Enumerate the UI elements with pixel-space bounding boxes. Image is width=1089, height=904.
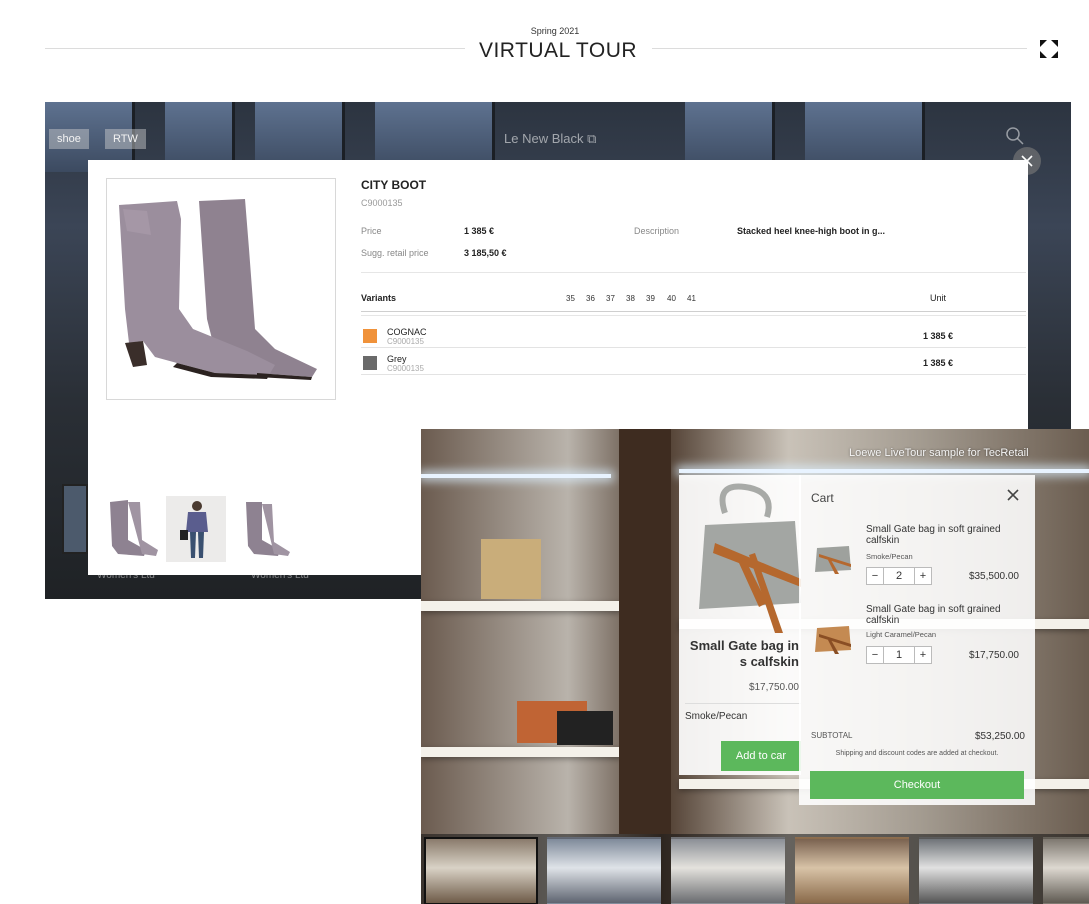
variants-header: Variants: [361, 293, 397, 303]
cart-title: Cart: [811, 491, 834, 505]
cart-panel: Cart Small Gate bag in soft grained calf…: [799, 475, 1035, 805]
season-label: Spring 2021: [530, 26, 580, 36]
cart-item-price: $35,500.00: [968, 571, 1019, 582]
wood-pillar: [619, 429, 671, 834]
variant-sku: C9000135: [387, 337, 424, 346]
cart-item-price: $17,750.00: [968, 650, 1019, 661]
divider: [361, 311, 1026, 312]
external-link-icon: ⧉: [587, 131, 597, 146]
unit-header: Unit: [930, 293, 947, 303]
live-tour-panel[interactable]: Loewe LiveTour sample for TecRetail Smal…: [421, 429, 1089, 904]
decrease-quantity-button[interactable]: −: [867, 568, 884, 584]
cart-item-variant: Smoke/Pecan: [866, 552, 913, 561]
color-swatch: [363, 329, 377, 343]
cart-item-image: [813, 618, 853, 654]
checkout-button[interactable]: Checkout: [810, 771, 1024, 799]
page-title: VIRTUAL TOUR: [478, 39, 638, 62]
size-header: 35: [566, 294, 575, 303]
scene-thumbnail[interactable]: [424, 837, 538, 904]
shelf-light: [421, 474, 611, 478]
size-header: 39: [646, 294, 655, 303]
divider: [685, 703, 801, 704]
cart-item: Small Gate bag in soft grained calfskin …: [799, 604, 1035, 684]
scene-thumbnail[interactable]: [795, 837, 909, 904]
retail-price-label: Sugg. retail price: [361, 248, 429, 258]
tour-brand: Loewe LiveTour sample for TecRetail: [849, 447, 1029, 459]
product-image: [106, 178, 336, 400]
product-card-variant[interactable]: Smoke/Pecan: [685, 711, 747, 722]
cart-item-variant: Light Caramel/Pecan: [866, 630, 937, 639]
display-basket: [481, 539, 541, 599]
color-swatch: [363, 356, 377, 370]
product-card: Small Gate bag in s calfskin $17,750.00 …: [679, 475, 801, 775]
scene-brand-link[interactable]: Le New Black ⧉: [504, 131, 596, 147]
size-header: 40: [667, 294, 676, 303]
subtotal-value: $53,250.00: [974, 731, 1025, 742]
cart-item-name: Small Gate bag in soft grained calfskin: [866, 604, 1001, 626]
close-icon[interactable]: [1005, 487, 1021, 503]
tag-shoe[interactable]: shoe: [49, 129, 89, 149]
shelf: [421, 601, 621, 611]
increase-quantity-button[interactable]: +: [914, 647, 931, 663]
quantity-value[interactable]: 2: [884, 568, 914, 584]
size-header: 36: [586, 294, 595, 303]
description-label: Description: [634, 226, 680, 236]
shelf-light: [679, 469, 1089, 473]
variant-row[interactable]: Grey C9000135 1 385 €: [361, 351, 1026, 375]
product-thumbnail[interactable]: [236, 496, 296, 562]
variant-price: 1 385 €: [923, 331, 954, 341]
cart-item-name: Small Gate bag in soft grained calfskin: [866, 524, 1001, 546]
scene-thumbnail[interactable]: [919, 837, 1033, 904]
scene-thumbnail[interactable]: [671, 837, 785, 904]
quantity-stepper: − 1 +: [866, 646, 932, 664]
size-header: 38: [626, 294, 635, 303]
cart-item: Small Gate bag in soft grained calfskin …: [799, 524, 1035, 604]
product-card-image: [699, 483, 801, 633]
shipping-note: Shipping and discount codes are added at…: [835, 750, 999, 757]
product-sku: C9000135: [361, 198, 403, 208]
header: Spring 2021 VIRTUAL TOUR: [0, 0, 1089, 90]
product-title: CITY BOOT: [361, 178, 427, 192]
product-thumbnail[interactable]: [106, 496, 166, 562]
display-bag: [557, 711, 613, 745]
product-card-name: Small Gate bag in s calfskin: [689, 638, 799, 669]
add-to-cart-button[interactable]: Add to car: [721, 741, 801, 771]
decrease-quantity-button[interactable]: −: [867, 647, 884, 663]
scene-thumbnail[interactable]: [1043, 837, 1089, 904]
shelf: [421, 747, 621, 757]
tag-rtw[interactable]: RTW: [105, 129, 146, 149]
page: Spring 2021 VIRTUAL TOUR shoe RTW Le New…: [0, 0, 1089, 904]
quantity-stepper: − 2 +: [866, 567, 932, 585]
variant-row[interactable]: COGNAC C9000135 1 385 €: [361, 324, 1026, 348]
description-value: Stacked heel knee-high boot in g...: [737, 226, 886, 236]
fullscreen-icon[interactable]: [1038, 38, 1060, 60]
variant-name: COGNAC: [387, 327, 427, 337]
size-header: 37: [606, 294, 615, 303]
retail-price-value: 3 185,50 €: [464, 248, 507, 258]
subtotal-label: SUBTOTAL: [811, 731, 853, 740]
variant-name: Grey: [387, 354, 407, 364]
increase-quantity-button[interactable]: +: [914, 568, 931, 584]
scene-thumbnail[interactable]: [547, 837, 661, 904]
quantity-value[interactable]: 1: [884, 647, 914, 663]
variant-sku: C9000135: [387, 364, 424, 373]
divider: [361, 272, 1026, 273]
search-icon[interactable]: [1005, 126, 1025, 146]
variant-price: 1 385 €: [923, 358, 954, 368]
scene-thumbnail[interactable]: [62, 484, 88, 554]
price-value: 1 385 €: [464, 226, 495, 236]
price-label: Price: [361, 226, 382, 236]
product-thumbnail[interactable]: [166, 496, 226, 562]
scene-brand-label: Le New Black: [504, 131, 584, 146]
divider: [361, 315, 1026, 316]
cart-item-image: [813, 538, 853, 574]
scene-filmstrip: [421, 834, 1089, 904]
size-header: 41: [687, 294, 696, 303]
product-card-price: $17,750.00: [748, 682, 799, 693]
